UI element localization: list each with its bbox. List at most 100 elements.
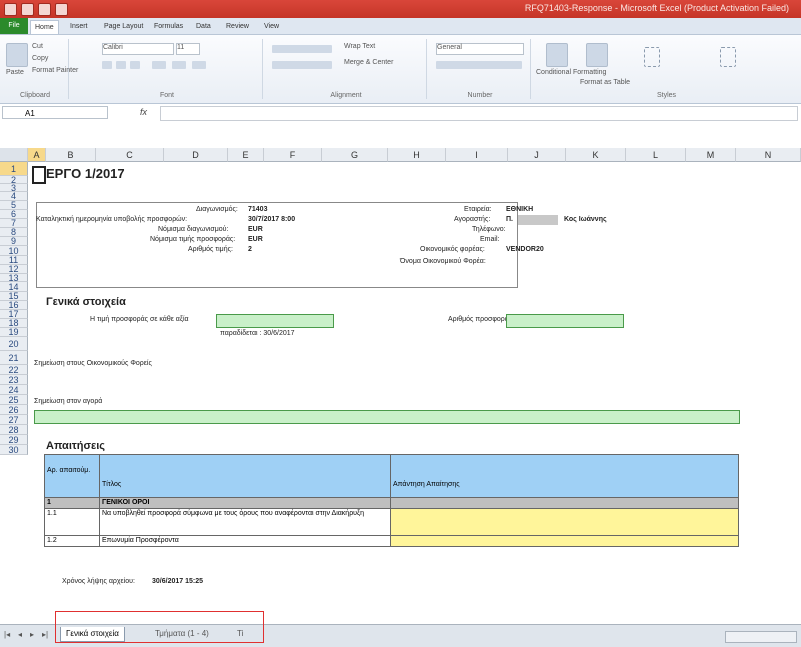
redo-icon[interactable]	[55, 3, 68, 16]
active-cell[interactable]	[32, 166, 46, 184]
highlight-box	[55, 611, 264, 643]
wrap-text-button[interactable]: Wrap Text	[344, 43, 375, 50]
undo-icon[interactable]	[38, 3, 51, 16]
paste-label: Paste	[6, 69, 24, 76]
company-value: ΕΘΝΙΚΗ	[506, 206, 534, 213]
column-header[interactable]: G	[322, 148, 388, 162]
tab-page-layout[interactable]: Page Layout	[100, 20, 147, 33]
row-header[interactable]: 29	[0, 435, 28, 445]
row-header[interactable]: 13	[0, 274, 28, 283]
first-sheet-icon[interactable]: |◂	[4, 630, 10, 639]
font-color-button[interactable]	[192, 61, 206, 69]
row-header[interactable]: 23	[0, 375, 28, 385]
offer-currency-value: EUR	[248, 236, 263, 243]
answer-field-1-2[interactable]	[390, 535, 739, 547]
column-header[interactable]: E	[228, 148, 264, 162]
redacted-block	[518, 215, 558, 225]
alignment-group-label: Alignment	[330, 92, 362, 99]
tab-file[interactable]: File	[0, 18, 28, 34]
paste-button[interactable]	[6, 43, 28, 67]
font-name-select[interactable]: Calibri	[102, 43, 174, 55]
copy-button[interactable]: Copy	[32, 55, 48, 62]
notes-buyer-field[interactable]	[34, 410, 740, 424]
total-price-field[interactable]	[216, 314, 334, 328]
row-header[interactable]: 30	[0, 445, 28, 455]
bold-button[interactable]	[102, 61, 112, 69]
currency-value: EUR	[248, 226, 263, 233]
select-all-corner[interactable]	[0, 148, 28, 162]
buyer-prefix: Π.	[506, 216, 513, 223]
worksheet[interactable]: ΕΡΓΟ 1/2017 Διαγωνισμός: 71403 Καταληκτι…	[28, 162, 801, 632]
column-header[interactable]: H	[388, 148, 446, 162]
table-header-title: Τίτλος	[99, 454, 391, 498]
tab-data[interactable]: Data	[192, 20, 215, 33]
row-header[interactable]: 22	[0, 365, 28, 375]
row-header[interactable]: 28	[0, 425, 28, 435]
column-header[interactable]: C	[96, 148, 164, 162]
excel-icon	[4, 3, 17, 16]
table-row-title: Επωνυμία Προσφέροντα	[99, 535, 391, 547]
save-icon[interactable]	[21, 3, 34, 16]
column-header[interactable]: B	[46, 148, 96, 162]
column-header[interactable]: N	[736, 148, 801, 162]
format-as-table-button[interactable]	[586, 43, 608, 67]
offer-num-label: Αριθμός προσφοράς	[448, 316, 513, 323]
styles-group: Conditional Formatting Format as Table S…	[534, 39, 799, 99]
row-header[interactable]: 9	[0, 237, 28, 246]
tab-insert[interactable]: Insert	[66, 20, 92, 33]
fx-icon[interactable]: fx	[140, 107, 147, 117]
column-header[interactable]: M	[686, 148, 736, 162]
tab-home[interactable]: Home	[30, 20, 59, 34]
row-header[interactable]: 26	[0, 405, 28, 415]
last-sheet-icon[interactable]: ▸|	[42, 630, 48, 639]
column-header[interactable]: D	[164, 148, 228, 162]
cell-style-icon[interactable]	[720, 47, 736, 67]
font-size-select[interactable]: 11	[176, 43, 200, 55]
cut-button[interactable]: Cut	[32, 43, 43, 50]
offer-num-field[interactable]	[506, 314, 624, 328]
notes-vendor-label: Σημείωση στους Οικονομικούς Φορείς	[34, 360, 152, 367]
clipboard-group-label: Clipboard	[20, 92, 50, 99]
column-header[interactable]: A	[28, 148, 46, 162]
number-format-buttons[interactable]	[436, 61, 522, 69]
doc-num-label: Διαγωνισμός:	[196, 206, 238, 213]
row-header[interactable]: 24	[0, 385, 28, 395]
row-header[interactable]: 27	[0, 415, 28, 425]
cell-style-icon[interactable]	[644, 47, 660, 67]
column-header[interactable]: F	[264, 148, 322, 162]
horizontal-scrollbar[interactable]	[725, 631, 797, 643]
italic-button[interactable]	[116, 61, 126, 69]
tab-review[interactable]: Review	[222, 20, 253, 33]
name-box[interactable]: A1	[2, 106, 108, 119]
conditional-formatting-button[interactable]	[546, 43, 568, 67]
column-header[interactable]: I	[446, 148, 508, 162]
format-as-table-label: Format as Table	[580, 79, 631, 86]
row-header[interactable]: 21	[0, 351, 28, 365]
align-top-buttons[interactable]	[272, 45, 332, 53]
row-header[interactable]: 19	[0, 328, 28, 337]
merge-center-button[interactable]: Merge & Center	[344, 59, 393, 66]
row-header[interactable]: 20	[0, 337, 28, 351]
number-format-select[interactable]: General	[436, 43, 524, 55]
answer-field-1-1[interactable]	[390, 508, 739, 536]
number-group-label: Number	[467, 92, 493, 99]
borders-button[interactable]	[152, 61, 166, 69]
fill-color-button[interactable]	[172, 61, 186, 69]
prev-sheet-icon[interactable]: ◂	[18, 630, 22, 639]
formula-input[interactable]	[160, 106, 798, 121]
deadline-value: 30/7/2017 8:00	[248, 216, 296, 223]
column-header[interactable]: J	[508, 148, 566, 162]
column-header[interactable]: L	[626, 148, 686, 162]
align-left-buttons[interactable]	[272, 61, 332, 69]
vendor-name-label: Όνομα Οικονομικού Φορέα:	[400, 258, 486, 265]
row-header[interactable]: 25	[0, 395, 28, 405]
window-title: RFQ71403-Response - Microsoft Excel (Pro…	[524, 3, 789, 13]
tab-view[interactable]: View	[260, 20, 283, 33]
vendor-label: Οικονομικός φορέας:	[420, 246, 485, 253]
underline-button[interactable]	[130, 61, 140, 69]
row-header[interactable]: 1	[0, 162, 28, 176]
tab-formulas[interactable]: Formulas	[150, 20, 187, 33]
ribbon: Paste Cut Copy Format Painter Clipboard …	[0, 35, 801, 104]
next-sheet-icon[interactable]: ▸	[30, 630, 34, 639]
column-header[interactable]: K	[566, 148, 626, 162]
